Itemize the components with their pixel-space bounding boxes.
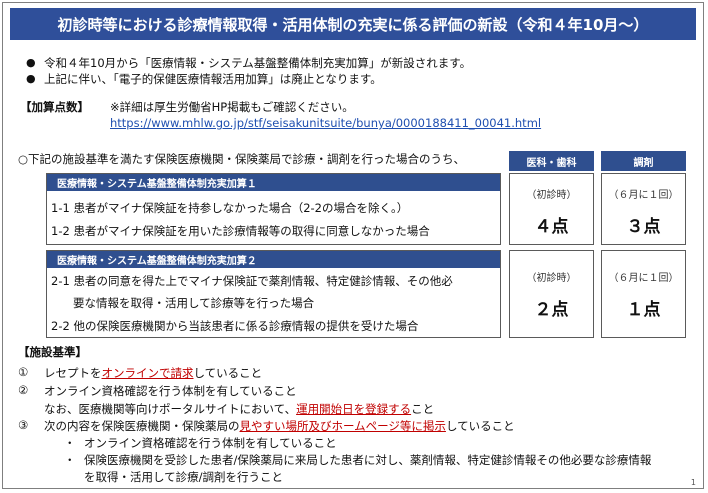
- group-2-line-2: 要な情報を取得・活用して診療等を行った場合: [73, 296, 315, 310]
- mhlw-link[interactable]: https://www.mhlw.go.jp/stf/seisakunitsui…: [110, 116, 541, 130]
- page-number: 1: [690, 478, 696, 487]
- group-1-line-2: 1-2 患者がマイナ保険証を用いた診療情報等の取得に同意しなかった場合: [51, 224, 430, 238]
- standard-1-post: していること: [193, 366, 263, 380]
- standard-3-bullet-2-cont: を取得・活用して診療/調剤を行うこと: [84, 470, 284, 484]
- score-value: ４点: [534, 217, 569, 237]
- group-2-line-1: 2-1 患者の同意を得た上でマイナ保険証で薬剤情報、特定健診情報、その他必: [51, 274, 453, 288]
- standard-2-sub: なお、医療機関等向けポータルサイトにおいて、運用開始日を登録すること: [44, 401, 434, 417]
- bullet-dot-icon: ●: [26, 72, 36, 85]
- standard-3-pre: 次の内容を保険医療機関・保険薬局の: [44, 419, 240, 433]
- score-value: ２点: [534, 300, 569, 320]
- standard-3-highlight: 見やすい場所及びホームページ等に掲示: [239, 419, 446, 433]
- column-header-medical: 医科・歯科: [509, 151, 594, 171]
- score-label: （初診時）: [526, 190, 577, 201]
- group-1-box: 医療情報・システム基盤整備体制充実加算１ 1-1 患者がマイナ保険証を持参しなか…: [46, 173, 501, 245]
- column-header-pharmacy: 調剤: [601, 151, 686, 171]
- standard-1-pre: レセプトを: [44, 366, 102, 380]
- group-1-pharmacy-score: （６月に１回） ３点: [601, 173, 686, 245]
- group-2-header: 医療情報・システム基盤整備体制充実加算２: [47, 251, 500, 268]
- standards-label: 【施設基準】: [18, 345, 87, 359]
- bullet-dot-icon: ・: [64, 436, 76, 450]
- group-2-box: 医療情報・システム基盤整備体制充実加算２ 2-1 患者の同意を得た上でマイナ保険…: [46, 250, 501, 338]
- standard-2-highlight: 運用開始日を登録する: [296, 402, 412, 416]
- standard-2-number: ②: [18, 383, 29, 397]
- group-1-line-1: 1-1 患者がマイナ保険証を持参しなかった場合（2-2の場合を除く。）: [51, 201, 409, 215]
- points-label: 【加算点数】: [20, 100, 89, 114]
- standard-2-sub-post: こと: [411, 402, 435, 416]
- standard-1: レセプトをオンラインで請求していること: [44, 365, 262, 381]
- group-2-pharmacy-score: （６月に１回） １点: [601, 250, 686, 338]
- standard-1-number: ①: [18, 365, 29, 379]
- score-label: （６月に１回）: [608, 273, 679, 284]
- group-1-header: 医療情報・システム基盤整備体制充実加算１: [47, 174, 500, 191]
- standard-3: 次の内容を保険医療機関・保険薬局の見やすい場所及びホームページ等に掲示しているこ…: [44, 418, 515, 434]
- standard-3-number: ③: [18, 418, 29, 432]
- intro-bullet-1: 令和４年10月から「医療情報・システム基盤整備体制充実加算」が新設されます。: [44, 56, 472, 70]
- score-value: ３点: [626, 217, 661, 237]
- standard-2-text: オンライン資格確認を行う体制を有していること: [44, 384, 297, 398]
- group-2-medical-score: （初診時） ２点: [509, 250, 594, 338]
- group-1-medical-score: （初診時） ４点: [509, 173, 594, 245]
- points-note: ※詳細は厚生労働省HP掲載もご確認ください。: [110, 100, 354, 114]
- standard-3-post: していること: [445, 419, 515, 433]
- standard-1-highlight: オンラインで請求: [101, 366, 194, 380]
- group-2-line-3: 2-2 他の保険医療機関から当該患者に係る診療情報の提供を受けた場合: [51, 319, 419, 333]
- standard-3-bullet-2: 保険医療機関を受診した患者/保険薬局に来局した患者に対し、薬剤情報、特定健診情報…: [84, 453, 652, 467]
- condition-line: ○下記の施設基準を満たす保険医療機関・保険薬局で診療・調剤を行った場合のうち、: [18, 152, 466, 166]
- score-value: １点: [626, 300, 661, 320]
- score-label: （６月に１回）: [608, 190, 679, 201]
- standard-2-sub-pre: なお、医療機関等向けポータルサイトにおいて、: [44, 402, 297, 416]
- intro-bullet-2: 上記に伴い、「電子的保健医療情報活用加算」は廃止となります。: [44, 72, 382, 86]
- bullet-dot-icon: ・: [64, 453, 76, 467]
- score-label: （初診時）: [526, 273, 577, 284]
- standard-3-bullet-1: オンライン資格確認を行う体制を有していること: [84, 436, 337, 450]
- bullet-dot-icon: ●: [26, 56, 36, 69]
- slide-title: 初診時等における診療情報取得・活用体制の充実に係る評価の新設（令和４年10月～）: [10, 8, 696, 40]
